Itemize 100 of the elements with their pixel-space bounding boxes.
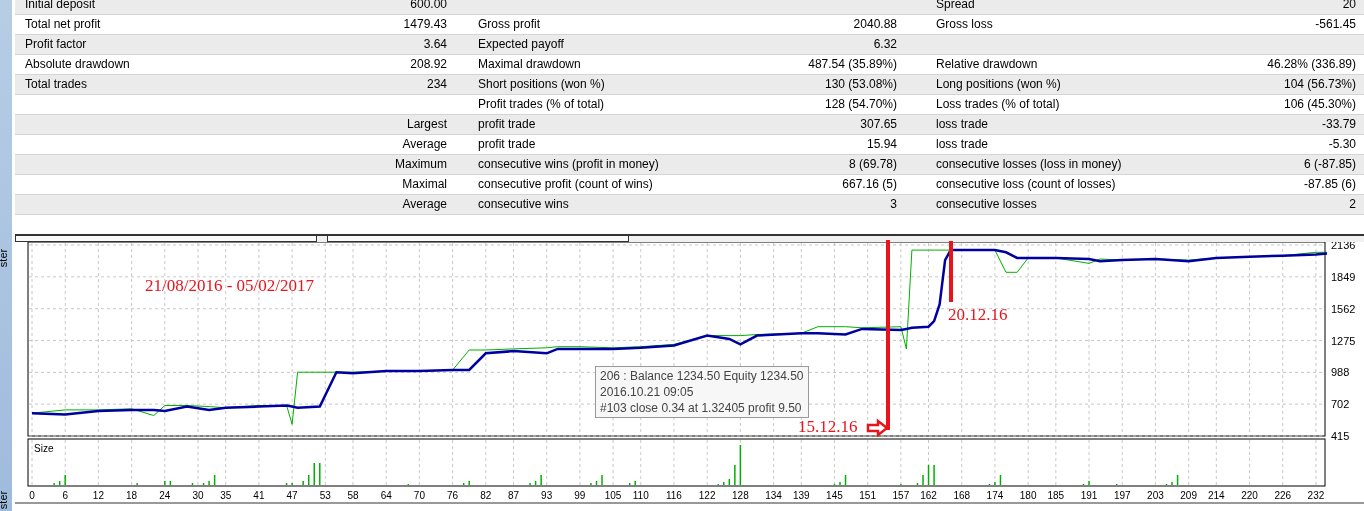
table-cell-text: consecutive wins <box>477 196 570 213</box>
x-tick-label: 220 <box>1241 490 1258 501</box>
table-cell-text: Relative drawdown <box>935 56 1039 73</box>
table-cell-text: 1479.43 <box>402 16 448 33</box>
table-cell-text: -5.30 <box>1327 136 1357 153</box>
side-label: ster <box>0 490 10 510</box>
x-tick-label: 0 <box>29 490 35 501</box>
x-tick-label: 116 <box>666 490 682 501</box>
x-tick-label: 232 <box>1307 490 1325 501</box>
table-cell-text: consecutive losses <box>935 196 1038 213</box>
table-cell-text: 15.94 <box>865 136 898 153</box>
y-tick-label: 1849 <box>1331 270 1356 283</box>
x-tick-label: 122 <box>698 490 716 501</box>
table-cell-text: 8 (69.78) <box>847 156 898 173</box>
table-cell-text: 104 (56.73%) <box>1282 76 1357 93</box>
tooltip-line: 206 : Balance 1234.50 Equity 1234.50 <box>600 368 804 384</box>
table-cell-text: Loss trades (% of total) <box>935 96 1061 113</box>
table-cell-text: 46.28% (336.89) <box>1266 56 1357 73</box>
side-label: ster <box>0 248 10 268</box>
table-cell-text: Gross profit <box>477 16 541 33</box>
table-cell-text: 208.92 <box>409 56 448 73</box>
annotation-text: 21/08/2016 - 05/02/2017 <box>145 277 315 294</box>
table-cell-text: 307.65 <box>859 116 898 133</box>
table-cell-text: consecutive wins (profit in money) <box>477 156 660 173</box>
y-tick-label: 415 <box>1331 430 1350 442</box>
x-tick-label: 226 <box>1274 490 1292 501</box>
table-cell-text: 128 (54.70%) <box>823 96 898 113</box>
x-tick-label: 99 <box>574 490 586 501</box>
x-tick-label: 151 <box>859 490 876 501</box>
y-tick-label: 988 <box>1331 366 1350 379</box>
x-tick-label: 105 <box>604 490 622 501</box>
table-cell-text: Maximum <box>394 156 448 173</box>
x-tick-label: 24 <box>159 490 171 501</box>
table-cell-text: -33.79 <box>1320 116 1357 133</box>
x-tick-label: 53 <box>319 490 331 501</box>
x-tick-label: 191 <box>1080 490 1098 501</box>
table-cell-text: Long positions (won %) <box>935 76 1062 93</box>
x-tick-label: 6 <box>62 490 68 501</box>
table-cell-text: 2040.88 <box>852 16 898 33</box>
x-tick-label: 139 <box>792 490 810 501</box>
x-tick-label: 180 <box>1019 490 1037 501</box>
table-cell-text: 600.00 <box>409 0 448 13</box>
x-tick-label: 162 <box>920 490 937 501</box>
x-tick-label: 93 <box>541 490 553 501</box>
table-cell-text: 3 <box>889 196 898 213</box>
x-tick-label: 82 <box>480 490 492 501</box>
x-tick-label: 58 <box>347 490 359 501</box>
table-cell-text: Gross loss <box>935 16 994 33</box>
table-cell-text: Total net profit <box>24 16 102 33</box>
x-tick-label: 18 <box>126 490 138 501</box>
x-tick-label: 35 <box>220 490 232 501</box>
table-cell-text: Maximal <box>401 176 448 193</box>
x-tick-label: 185 <box>1047 490 1065 501</box>
table-cell-text: 3.64 <box>422 36 448 53</box>
tooltip-line: 2016.10.21 09:05 <box>600 384 695 400</box>
x-tick-label: 174 <box>986 490 1004 501</box>
table-cell-text: consecutive profit (count of wins) <box>477 176 654 193</box>
x-tick-label: 157 <box>892 490 910 501</box>
table-cell-text: 2 <box>1348 196 1357 213</box>
table-cell-text: Maximal drawdown <box>477 56 582 73</box>
table-cell-text: Largest <box>405 116 448 133</box>
x-tick-label: 209 <box>1180 490 1197 501</box>
table-cell-text: consecutive losses (loss in money) <box>935 156 1123 173</box>
table-cell-text: 234 <box>425 76 448 93</box>
y-tick-label: 702 <box>1331 398 1350 411</box>
table-cell-text: profit trade <box>477 136 537 153</box>
table-cell-text: 6 (-87.85) <box>1302 156 1357 173</box>
table-cell-text: Average <box>401 196 448 213</box>
table-cell-text: Spread <box>935 0 976 13</box>
table-cell-text: profit trade <box>477 116 537 133</box>
tooltip-line: #103 close 0.34 at 1.32405 profit 9.50 <box>600 400 803 416</box>
x-tick-label: 87 <box>507 490 520 501</box>
annotation-text: 20.12.16 <box>948 306 1008 323</box>
table-cell-text: Expected payoff <box>477 36 565 53</box>
x-tick-label: 41 <box>253 490 265 501</box>
table-cell-text: Average <box>401 136 448 153</box>
table-cell-text: Profit factor <box>24 36 88 53</box>
x-tick-label: 128 <box>732 490 749 501</box>
table-cell-text: 487.54 (35.89%) <box>807 56 898 73</box>
table-cell-text: loss trade <box>935 136 990 153</box>
table-cell-text: Initial deposit <box>24 0 97 13</box>
y-tick-label: 1562 <box>1331 302 1356 315</box>
annotation-text: 15.12.16 <box>798 418 858 435</box>
x-tick-label: 168 <box>953 490 971 501</box>
table-cell-text: -561.45 <box>1314 16 1357 33</box>
table-cell-text: Absolute drawdown <box>24 56 131 73</box>
x-tick-label: 64 <box>380 490 392 501</box>
x-tick-label: 197 <box>1113 490 1131 501</box>
x-tick-label: 134 <box>765 490 782 501</box>
x-tick-label: 30 <box>192 490 204 501</box>
table-cell-text: Profit trades (% of total) <box>477 96 606 113</box>
x-tick-label: 145 <box>826 490 843 501</box>
table-cell-text: consecutive loss (count of losses) <box>935 176 1117 193</box>
table-cell-text: loss trade <box>935 116 990 133</box>
y-tick-label: 2136 <box>1331 242 1356 251</box>
size-label: Size <box>34 443 54 454</box>
x-tick-label: 12 <box>92 490 104 501</box>
table-cell-text: 106 (45.30%) <box>1282 96 1357 113</box>
x-tick-label: 70 <box>413 490 425 501</box>
table-cell-text: Short positions (won %) <box>477 76 606 93</box>
